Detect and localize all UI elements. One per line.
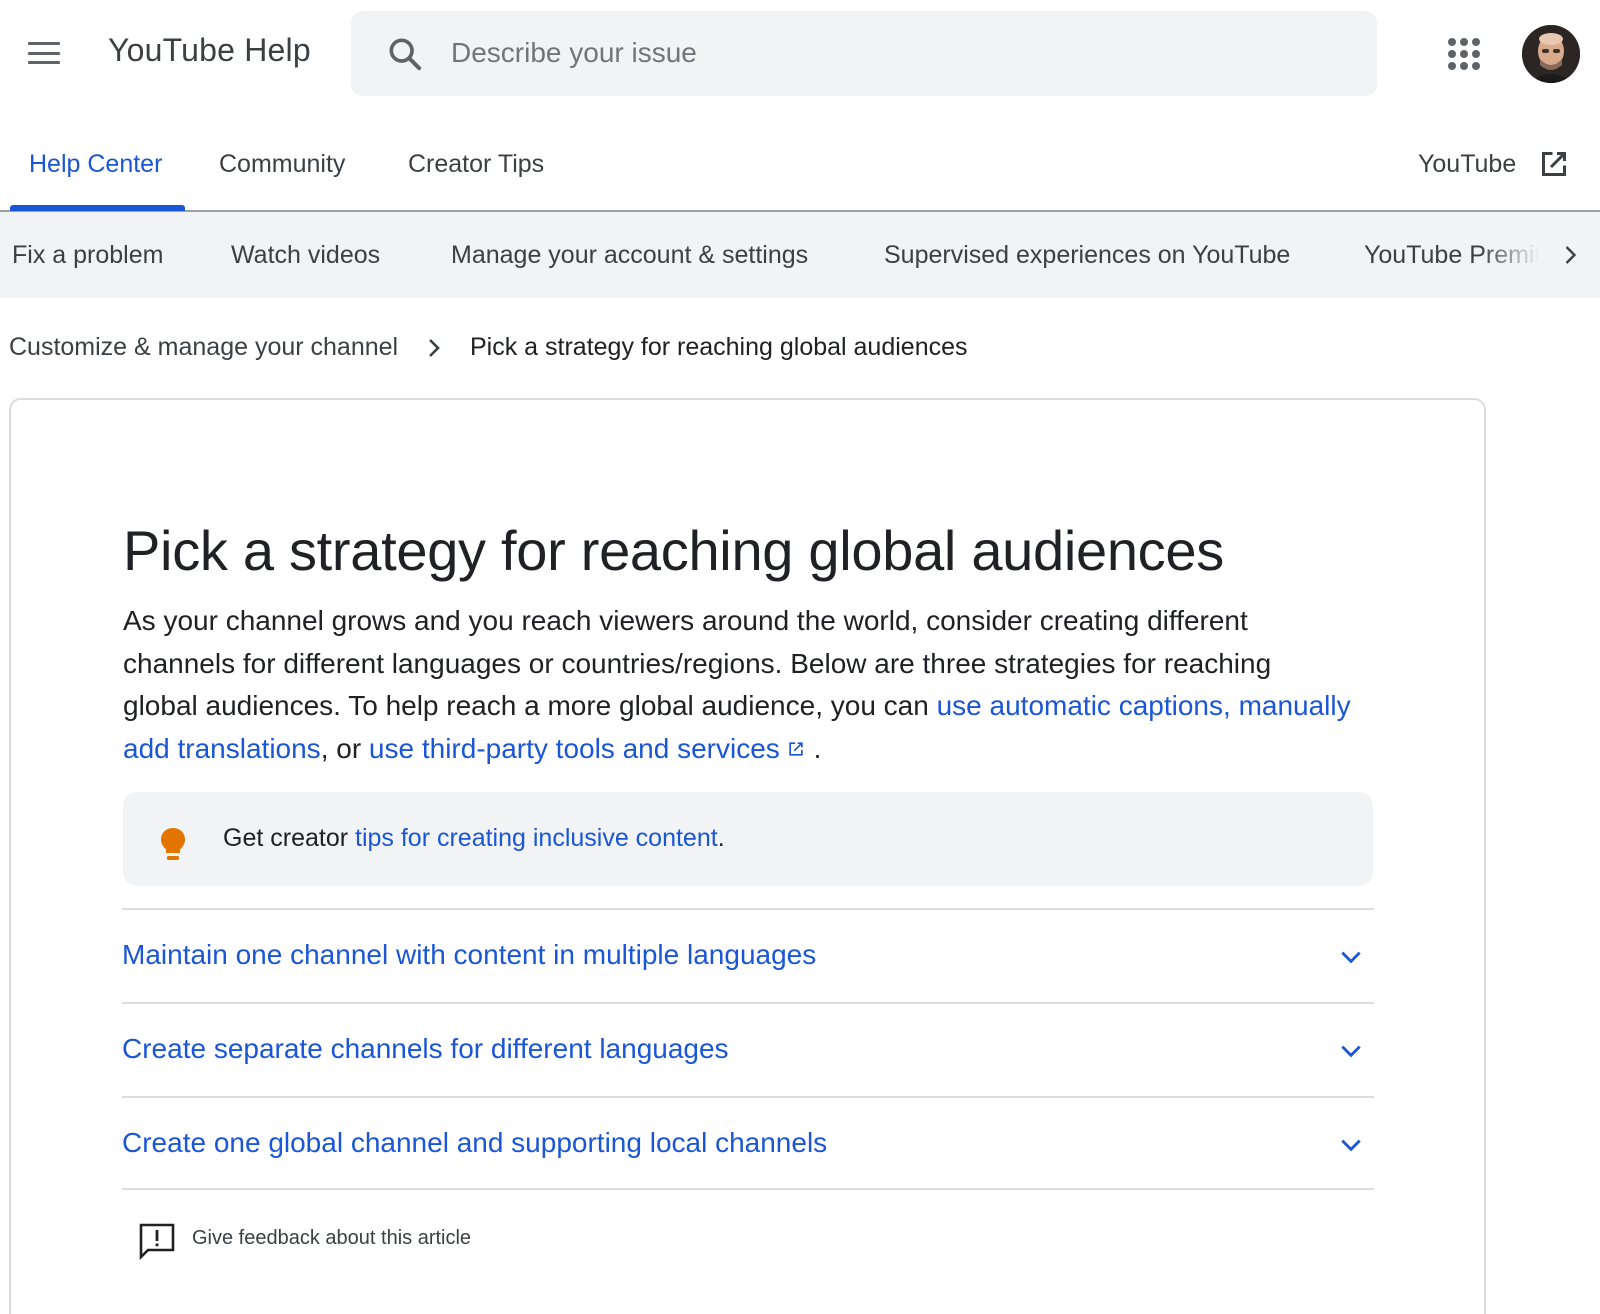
category-fix-a-problem[interactable]: Fix a problem bbox=[12, 241, 163, 270]
creator-tip-callout: Get creator tips for creating inclusive … bbox=[123, 792, 1373, 886]
apps-dot bbox=[1448, 38, 1456, 46]
breadcrumb-current: Pick a strategy for reaching global audi… bbox=[470, 333, 968, 361]
breadcrumb-parent-link[interactable]: Customize & manage your channel bbox=[9, 333, 398, 362]
accordion-item-global-local-channels[interactable]: Create one global channel and supporting… bbox=[122, 1096, 1374, 1190]
category-manage-account[interactable]: Manage your account & settings bbox=[451, 241, 808, 270]
apps-dot bbox=[1448, 62, 1456, 70]
inclusive-content-tips-link[interactable]: tips for creating inclusive content bbox=[355, 824, 718, 852]
apps-grid-icon[interactable] bbox=[1446, 36, 1482, 72]
open-in-new-icon bbox=[789, 741, 803, 756]
avatar-photo bbox=[1522, 25, 1580, 83]
article-card: Pick a strategy for reaching global audi… bbox=[9, 398, 1486, 1314]
chevron-down-icon bbox=[1341, 1139, 1361, 1152]
automatic-captions-link[interactable]: use automatic captions, bbox=[937, 690, 1231, 721]
product-title[interactable]: YouTube Help bbox=[108, 32, 311, 69]
apps-dot bbox=[1472, 50, 1480, 58]
third-party-tools-label: use third-party tools and services bbox=[368, 732, 780, 764]
feedback-icon bbox=[139, 1223, 175, 1260]
menu-icon-line bbox=[28, 61, 60, 64]
top-bar: YouTube Help bbox=[0, 0, 1600, 108]
apps-dot bbox=[1472, 38, 1480, 46]
article-title: Pick a strategy for reaching global audi… bbox=[123, 519, 1224, 582]
third-party-tools-link[interactable]: use third-party tools and services bbox=[369, 733, 806, 764]
account-avatar[interactable] bbox=[1522, 25, 1580, 83]
accordion-item-one-channel[interactable]: Maintain one channel with content in mul… bbox=[122, 908, 1374, 1002]
tab-creator-tips[interactable]: Creator Tips bbox=[408, 150, 544, 179]
main-menu-button[interactable] bbox=[24, 36, 64, 70]
feedback-label: Give feedback about this article bbox=[192, 1227, 472, 1249]
category-watch-videos[interactable]: Watch videos bbox=[231, 241, 380, 270]
youtube-external-link[interactable]: YouTube bbox=[1418, 150, 1516, 179]
apps-dot bbox=[1460, 50, 1468, 58]
search-input[interactable] bbox=[451, 31, 1331, 75]
top-navigation-tabs: Help Center Community Creator Tips YouTu… bbox=[0, 132, 1600, 212]
search-icon[interactable] bbox=[385, 34, 425, 74]
open-in-new-icon[interactable] bbox=[1536, 146, 1572, 182]
apps-dot bbox=[1460, 62, 1468, 70]
lightbulb-icon bbox=[161, 828, 185, 860]
article-intro: As your channel grows and you reach view… bbox=[123, 600, 1353, 770]
chevron-right-icon bbox=[1565, 246, 1577, 264]
tip-text: Get creator tips for creating inclusive … bbox=[223, 824, 725, 853]
tip-prefix: Get creator bbox=[223, 824, 355, 852]
apps-dot bbox=[1448, 50, 1456, 58]
accordion-item-separate-channels[interactable]: Create separate channels for different l… bbox=[122, 1002, 1374, 1096]
apps-dot bbox=[1472, 62, 1480, 70]
chevron-down-icon bbox=[1341, 1045, 1361, 1058]
accordion-label: Create separate channels for different l… bbox=[122, 1033, 729, 1064]
chevron-down-icon bbox=[1341, 951, 1361, 964]
accordion-label: Maintain one channel with content in mul… bbox=[122, 939, 817, 970]
chevron-right-icon bbox=[429, 339, 440, 357]
active-tab-indicator bbox=[10, 205, 185, 211]
category-navigation: Fix a problem Watch videos Manage your a… bbox=[0, 212, 1600, 298]
category-scroll-right-button[interactable] bbox=[1540, 212, 1600, 298]
category-supervised-experiences[interactable]: Supervised experiences on YouTube bbox=[884, 241, 1290, 270]
search-bar[interactable] bbox=[351, 11, 1377, 96]
tab-community[interactable]: Community bbox=[219, 150, 345, 179]
menu-icon-line bbox=[28, 42, 60, 45]
intro-end-text: . bbox=[813, 732, 822, 764]
tab-help-center[interactable]: Help Center bbox=[29, 150, 162, 179]
menu-icon-line bbox=[28, 51, 60, 55]
intro-or-text: , or bbox=[320, 732, 369, 764]
tip-suffix: . bbox=[717, 824, 725, 852]
apps-dot bbox=[1460, 38, 1468, 46]
accordion-label: Create one global channel and supporting… bbox=[122, 1127, 828, 1158]
